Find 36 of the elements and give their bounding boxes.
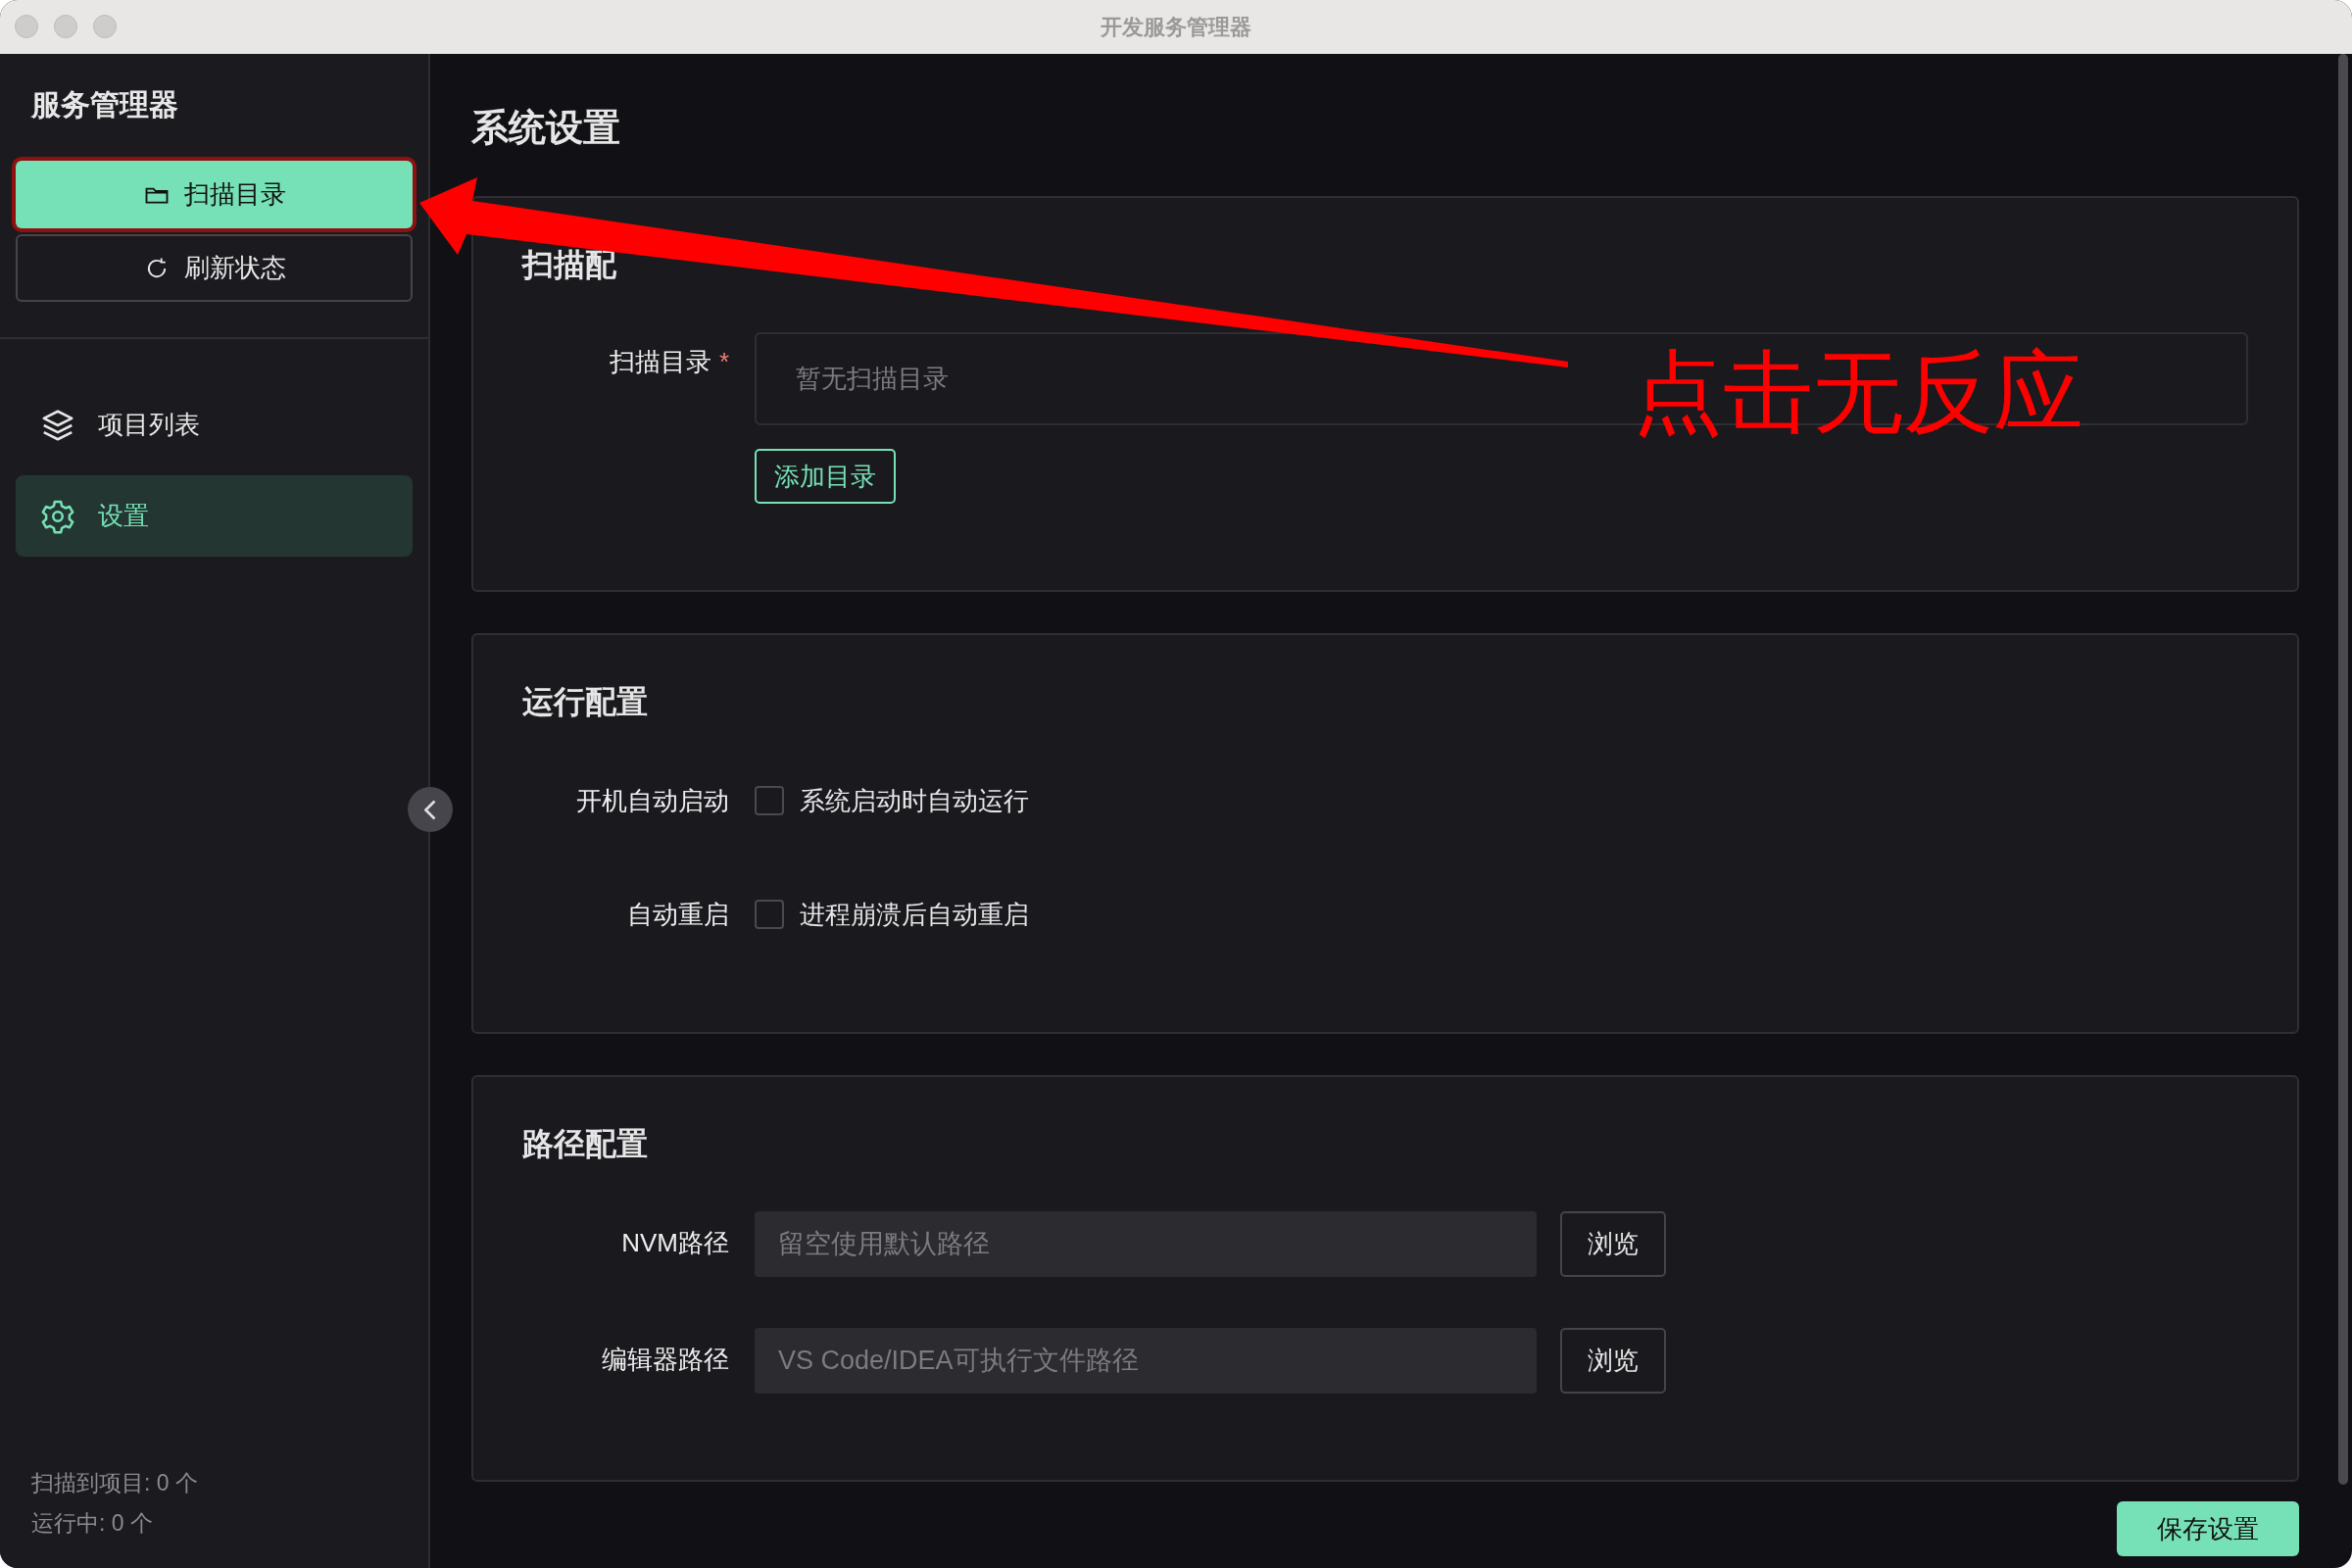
scan-directory-button[interactable]: 扫描目录: [16, 161, 413, 228]
checkbox-label: 系统启动时自动运行: [800, 784, 1029, 817]
field-label: 自动重启: [627, 899, 729, 931]
browse-button[interactable]: 浏览: [1560, 1211, 1666, 1277]
field-label: 开机自动启动: [576, 785, 729, 817]
path-input[interactable]: VS Code/IDEA可执行文件路径: [755, 1328, 1537, 1394]
section-title: 运行配置: [522, 683, 649, 721]
window-title: 开发服务管理器: [1101, 13, 1251, 41]
field-label: 扫描目录: [609, 346, 711, 378]
save-button[interactable]: 保存设置: [2117, 1501, 2299, 1556]
checkbox[interactable]: [755, 900, 784, 929]
field-label: 编辑器路径: [602, 1344, 729, 1376]
section-title: 路径配置: [522, 1125, 649, 1163]
close-icon[interactable]: [15, 15, 38, 38]
stat-text: 运行中: 0 个: [31, 1509, 154, 1538]
path-input[interactable]: 留空使用默认路径: [755, 1211, 1537, 1277]
checkbox[interactable]: [755, 786, 784, 815]
refresh-button[interactable]: 刷新状态: [16, 234, 413, 302]
zoom-icon[interactable]: [93, 15, 117, 38]
nav-item[interactable]: 设置: [16, 475, 413, 557]
checkbox-label: 进程崩溃后自动重启: [800, 898, 1029, 931]
chevron-left-icon: [424, 799, 436, 820]
minimize-icon[interactable]: [54, 15, 77, 38]
collapse-button[interactable]: [408, 787, 453, 832]
annotation-text: 点击无反应: [1633, 343, 2083, 443]
add-directory-button[interactable]: 添加目录: [755, 449, 896, 504]
app-name: 服务管理器: [29, 87, 179, 122]
page-title: 系统设置: [471, 106, 621, 150]
empty-list-text: 暂无扫描目录: [796, 363, 949, 395]
browse-button[interactable]: 浏览: [1560, 1328, 1666, 1394]
scrollbar[interactable]: [2338, 54, 2348, 1485]
field-label: NVM路径: [621, 1227, 729, 1259]
nav-item[interactable]: 项目列表: [16, 384, 413, 466]
required-mark: *: [718, 346, 729, 378]
section-title: 扫描配: [522, 246, 617, 284]
stat-text: 扫描到项目: 0 个: [31, 1469, 199, 1497]
